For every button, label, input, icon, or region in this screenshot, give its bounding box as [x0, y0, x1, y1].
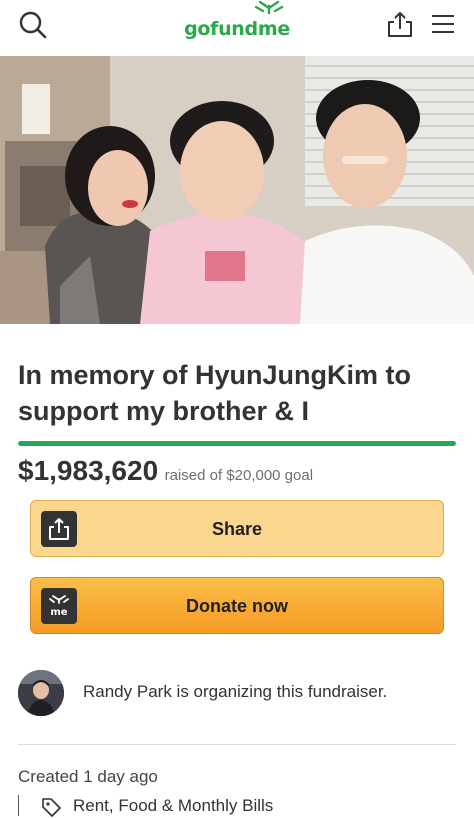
tag-icon [42, 798, 61, 817]
share-upload-icon[interactable] [386, 10, 414, 38]
campaign-photo [0, 56, 474, 324]
organizer-text: Randy Park is organizing this fundraiser… [83, 682, 388, 701]
progress-bar-fill [18, 441, 456, 446]
category-label: Rent, Food & Monthly Bills [73, 796, 274, 815]
raised-amount: $1,983,620 [18, 455, 159, 486]
progress-bar [18, 441, 456, 446]
divider [18, 744, 456, 745]
top-nav-bar: gofundme [0, 0, 474, 50]
share-button-label: Share [211, 519, 263, 539]
donate-button[interactable]: me Donate now [30, 577, 444, 634]
logo-text: gofundme [184, 18, 290, 40]
created-date: Created 1 day ago [18, 767, 158, 786]
share-button[interactable]: Share [30, 500, 444, 557]
raised-summary: $1,983,620 raised of $20,000 goal [18, 455, 313, 491]
organizer-row[interactable]: Randy Park is organizing this fundraiser… [18, 670, 458, 720]
campaign-photo-illustration [0, 56, 474, 324]
goal-text: raised of $20,000 goal [164, 467, 314, 484]
hamburger-menu-icon[interactable] [430, 13, 456, 35]
donate-button-label: Donate now [186, 596, 288, 616]
campaign-title: In memory of HyunJungKim to support my b… [18, 360, 412, 426]
category-divider [18, 795, 19, 816]
sprout-icon [254, 0, 284, 14]
avatar-image [18, 670, 64, 716]
avatar[interactable] [18, 670, 64, 716]
